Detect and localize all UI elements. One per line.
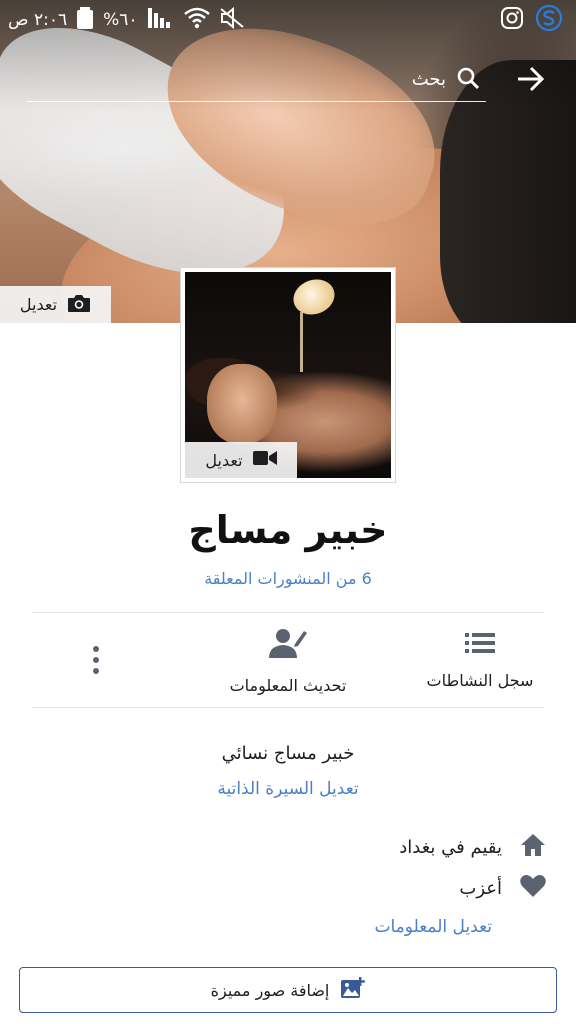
activity-log-label: سجل النشاطات [426,670,534,690]
search-placeholder: بحث [411,69,446,90]
list-icon [465,631,495,659]
profile-name: خبير مساج [188,508,388,552]
relationship-row: أعزب [459,873,546,903]
avatar-edit-button[interactable]: تعديل [185,442,297,478]
cover-edit-button[interactable]: تعديل [0,286,111,323]
instagram-icon [500,6,524,35]
activity-log-button[interactable]: سجل النشاطات [410,614,550,706]
lives-in-row: يقيم في بغداد [399,832,546,862]
status-time: ٢:٠٦ ص [8,10,68,30]
home-icon [520,833,546,861]
arrow-icon [518,66,545,92]
avatar-image-oil [300,312,303,372]
signal-icon [147,7,174,33]
back-button[interactable] [514,62,548,96]
profile-picture[interactable]: تعديل [180,267,396,483]
battery-icon [77,6,94,34]
add-photo-icon [341,977,366,1003]
avatar-image-face [207,364,277,444]
divider [32,707,544,708]
status-bar: ٢:٠٦ ص %٦٠ [0,0,576,40]
pinned-posts-link[interactable]: 6 من المنشورات المعلقة [0,569,576,588]
app-s-icon [535,4,563,36]
mute-icon [219,6,244,34]
search-input[interactable]: بحث [26,58,486,102]
update-info-label: تحديث المعلومات [229,675,347,695]
add-featured-photos-button[interactable]: إضافة صور مميزة [19,967,557,1013]
wifi-icon [183,7,210,34]
cover-edit-label: تعديل [19,295,58,314]
more-options-button[interactable] [80,642,112,678]
search-bar: بحث [24,58,554,102]
avatar-edit-label: تعديل [205,450,243,470]
relationship-text: أعزب [459,877,502,899]
edit-profile-icon [269,626,307,664]
avatar-image-candle [288,273,340,321]
camera-icon [67,293,91,317]
add-featured-photos-label: إضافة صور مميزة [210,980,330,1000]
update-info-button[interactable]: تحديث المعلومات [210,614,366,706]
divider [32,612,544,613]
search-icon [456,66,480,94]
more-vertical-icon [93,646,99,674]
avatar: تعديل [185,272,391,478]
bio-text: خبير مساج نسائي [221,743,355,764]
heart-icon [520,874,546,902]
video-camera-icon [252,450,277,470]
lives-in-text: يقيم في بغداد [399,836,502,858]
edit-info-link[interactable]: تعديل المعلومات [375,917,493,937]
profile-actions: سجل النشاطات تحديث المعلومات [0,614,576,706]
battery-percent: %٦٠ [103,10,138,30]
edit-bio-link[interactable]: تعديل السيرة الذاتية [0,779,576,799]
